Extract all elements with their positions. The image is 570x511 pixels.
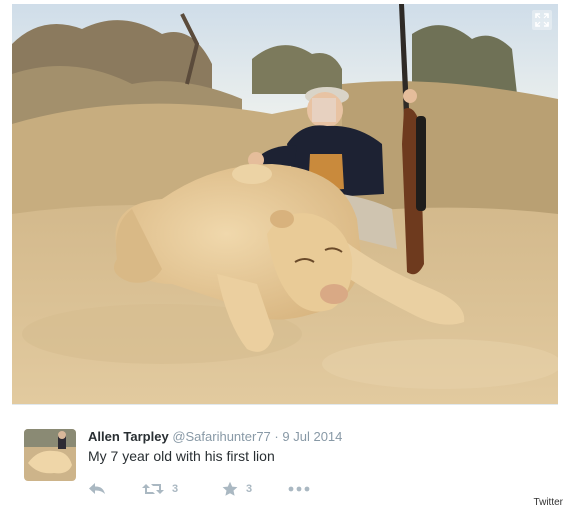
retweet-button[interactable]: 3	[142, 482, 222, 496]
retweet-count: 3	[172, 483, 179, 495]
separator-dot: ·	[274, 429, 279, 444]
tweet-text: My 7 year old with his first lion	[88, 448, 275, 464]
reply-button[interactable]	[88, 482, 142, 496]
tweet-header: Allen Tarpley @Safarihunter77 · 9 Jul 20…	[88, 429, 342, 445]
more-button[interactable]	[288, 486, 310, 492]
author-handle[interactable]: @Safarihunter77	[172, 429, 270, 444]
reply-icon	[89, 483, 105, 494]
expand-icon	[535, 13, 549, 27]
avatar-image	[24, 429, 76, 481]
more-icon	[288, 486, 310, 492]
favorite-button[interactable]: 3	[222, 481, 288, 497]
favorite-count: 3	[246, 483, 253, 495]
photo-scene	[12, 4, 558, 404]
tweet-photo[interactable]	[12, 4, 558, 404]
avatar[interactable]	[24, 429, 76, 481]
tweet-actions: 3 3	[88, 479, 310, 499]
image-credit: Twitter	[533, 497, 563, 508]
retweet-icon	[142, 484, 164, 494]
tweet-card: Allen Tarpley @Safarihunter77 · 9 Jul 20…	[12, 404, 558, 497]
tweet-date[interactable]: 9 Jul 2014	[282, 429, 342, 444]
author-name[interactable]: Allen Tarpley	[88, 429, 169, 444]
expand-button[interactable]	[532, 10, 552, 30]
star-icon	[222, 481, 238, 496]
